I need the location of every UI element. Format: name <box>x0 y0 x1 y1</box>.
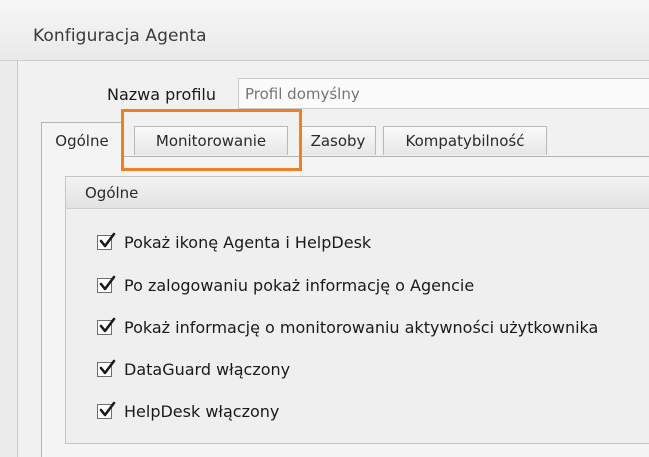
option-helpdesk-enabled[interactable]: HelpDesk włączony <box>97 400 279 422</box>
option-show-agent-info[interactable]: Po zalogowaniu pokaż informację o Agenci… <box>97 274 474 296</box>
checkbox-show-monitoring-info[interactable] <box>97 317 116 335</box>
window-titlebar[interactable]: Konfiguracja Agenta <box>0 0 649 61</box>
tab-resources-label: Zasoby <box>310 132 366 150</box>
option-label: Pokaż informację o monitorowaniu aktywno… <box>124 317 599 337</box>
profile-name-label: Nazwa profilu <box>107 85 216 104</box>
group-title: Ogólne <box>85 184 139 202</box>
tab-monitoring[interactable]: Monitorowanie <box>134 126 288 155</box>
group-header: Ogólne <box>66 177 649 209</box>
tab-general-label: Ogólne <box>55 131 109 150</box>
option-label: DataGuard włączony <box>124 359 291 379</box>
checkbox-show-agent-info[interactable] <box>97 275 116 293</box>
tab-general[interactable]: Ogólne <box>41 122 123 158</box>
option-show-agent-icon[interactable]: Pokaż ikonę Agenta i HelpDesk <box>97 231 371 253</box>
tab-compatibility[interactable]: Kompatybilność <box>383 126 547 155</box>
profile-name-input[interactable] <box>238 78 649 109</box>
tab-monitoring-label: Monitorowanie <box>155 132 267 150</box>
tab-resources[interactable]: Zasoby <box>300 126 376 155</box>
checkbox-dataguard-enabled[interactable] <box>97 359 116 377</box>
agent-config-window: Konfiguracja Agenta Nazwa profilu Ogólne… <box>0 0 649 457</box>
checkmark-icon <box>99 317 116 332</box>
checkbox-helpdesk-enabled[interactable] <box>97 401 116 419</box>
option-show-monitoring-info[interactable]: Pokaż informację o monitorowaniu aktywno… <box>97 316 598 338</box>
option-label: Po zalogowaniu pokaż informację o Agenci… <box>124 275 475 295</box>
tab-compatibility-label: Kompatybilność <box>405 132 525 150</box>
option-label: HelpDesk włączony <box>124 401 280 421</box>
checkmark-icon <box>99 401 116 416</box>
window-title: Konfiguracja Agenta <box>33 26 207 46</box>
option-label: Pokaż ikonę Agenta i HelpDesk <box>124 232 372 252</box>
checkmark-icon <box>99 359 116 374</box>
option-dataguard-enabled[interactable]: DataGuard włączony <box>97 358 290 380</box>
checkmark-icon <box>99 275 116 290</box>
checkbox-show-agent-icon[interactable] <box>97 232 116 250</box>
checkmark-icon <box>99 232 116 247</box>
